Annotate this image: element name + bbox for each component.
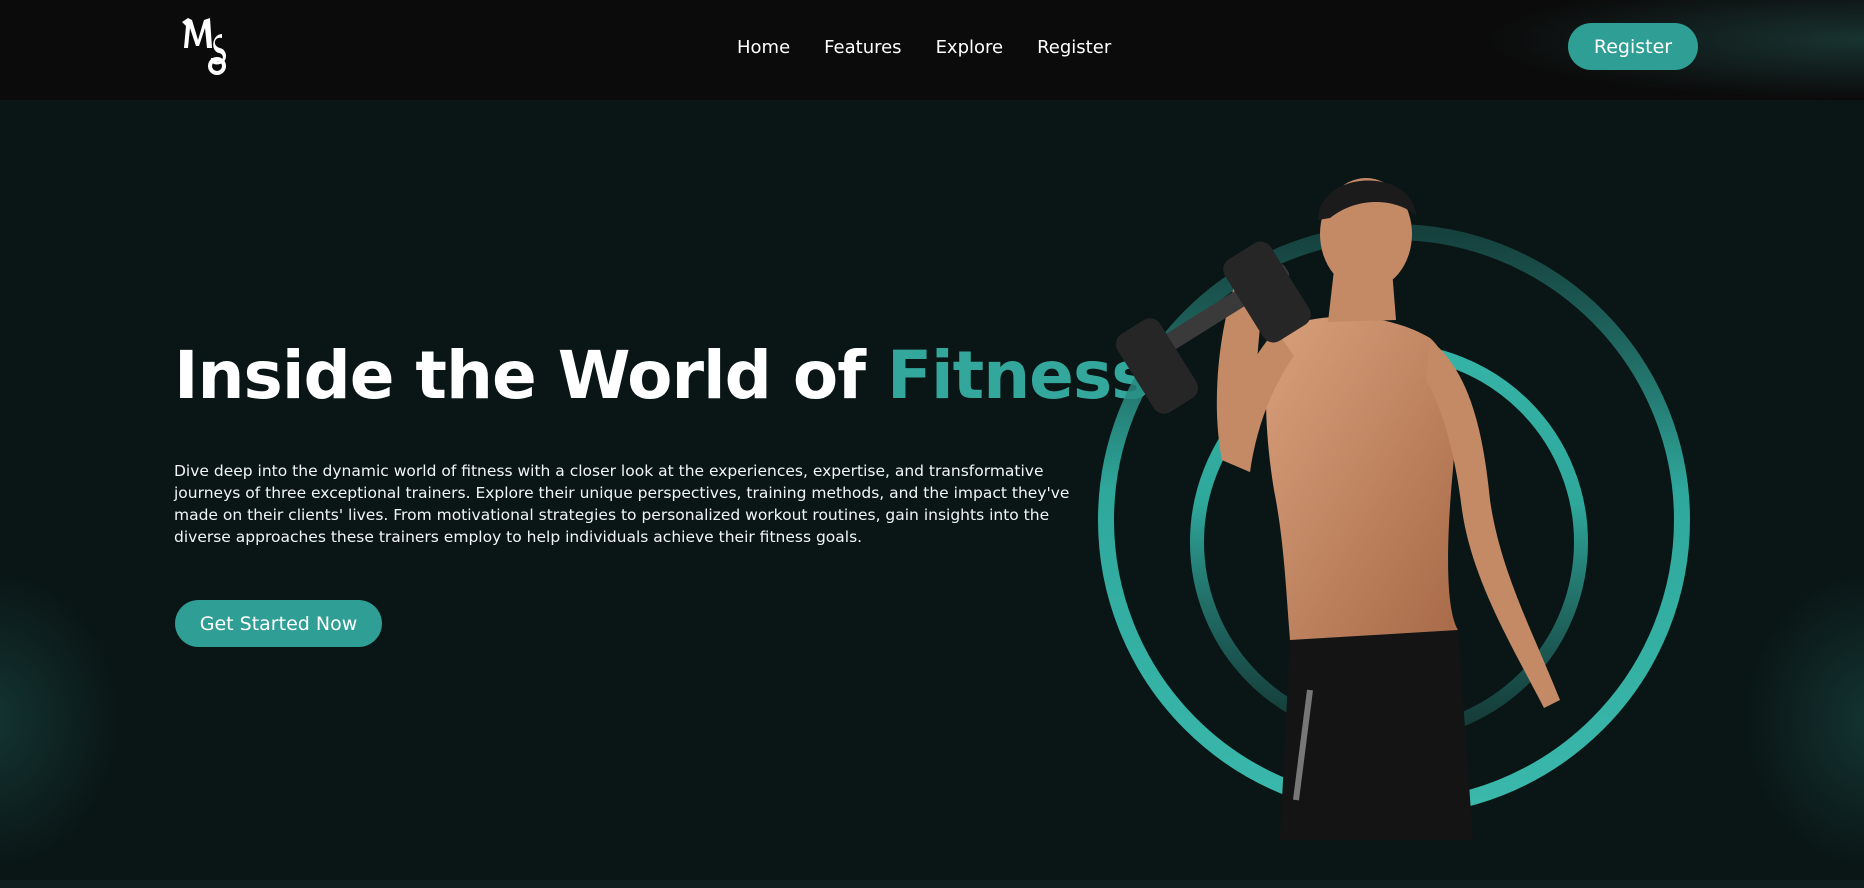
hero-title-main: Inside the World of xyxy=(174,337,866,414)
nav-link-explore[interactable]: Explore xyxy=(936,37,1004,58)
get-started-button[interactable]: Get Started Now xyxy=(175,600,382,647)
register-button[interactable]: Register xyxy=(1568,23,1698,70)
hero-title: Inside the World of Fitness. xyxy=(174,337,1175,414)
navbar: Home Features Explore Register Register xyxy=(0,0,1864,100)
hero-description: Dive deep into the dynamic world of fitn… xyxy=(174,462,1070,546)
nav-link-register[interactable]: Register xyxy=(1037,37,1111,58)
trainer-figure xyxy=(1115,178,1560,840)
trainer-image xyxy=(1098,178,1690,840)
section-divider xyxy=(0,880,1864,888)
background-glow-left xyxy=(0,570,120,870)
background-glow-right xyxy=(1744,570,1864,870)
nav-link-features[interactable]: Features xyxy=(824,37,901,58)
nav-links: Home Features Explore Register xyxy=(737,34,1111,60)
ms-logo-icon[interactable] xyxy=(178,8,240,78)
nav-link-home[interactable]: Home xyxy=(737,37,790,58)
